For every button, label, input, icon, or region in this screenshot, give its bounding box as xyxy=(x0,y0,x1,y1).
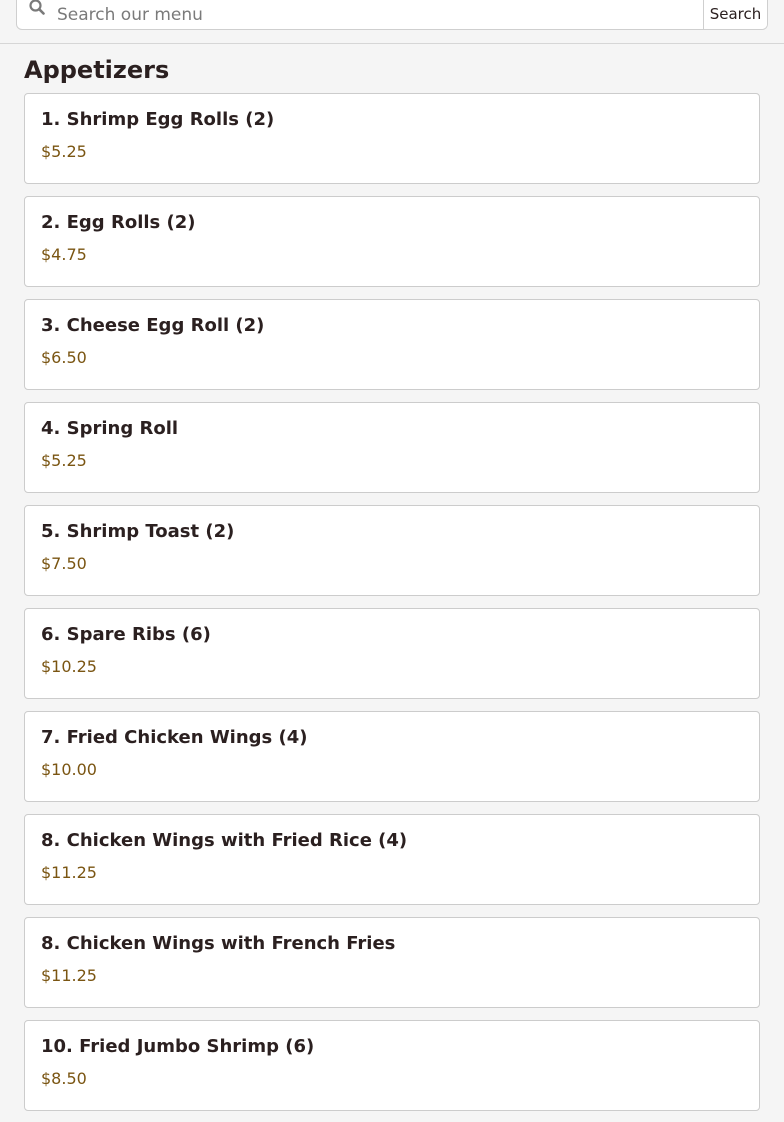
search-box: Search xyxy=(16,0,768,30)
item-price: $5.25 xyxy=(41,451,87,470)
item-name: 2. Egg Rolls (2) xyxy=(41,212,196,233)
item-price: $10.00 xyxy=(41,760,97,779)
menu-item-card[interactable]: 8. Chicken Wings with Fried Rice (4) $11… xyxy=(24,814,760,905)
item-price: $4.75 xyxy=(41,245,87,264)
menu-item-card[interactable]: 10. Fried Jumbo Shrimp (6) $8.50 xyxy=(24,1020,760,1111)
item-name: 3. Cheese Egg Roll (2) xyxy=(41,315,265,336)
item-name: 1. Shrimp Egg Rolls (2) xyxy=(41,109,275,130)
menu-item-card[interactable]: 8. Chicken Wings with French Fries $11.2… xyxy=(24,917,760,1008)
menu-item-card[interactable]: 3. Cheese Egg Roll (2) $6.50 xyxy=(24,299,760,390)
menu-item-card[interactable]: 5. Shrimp Toast (2) $7.50 xyxy=(24,505,760,596)
item-price: $5.25 xyxy=(41,142,87,161)
search-input[interactable] xyxy=(57,0,703,29)
section-title: Appetizers xyxy=(24,56,170,84)
item-name: 8. Chicken Wings with French Fries xyxy=(41,933,396,954)
item-name: 5. Shrimp Toast (2) xyxy=(41,521,235,542)
item-price: $7.50 xyxy=(41,554,87,573)
item-price: $11.25 xyxy=(41,863,97,882)
item-price: $11.25 xyxy=(41,966,97,985)
item-price: $8.50 xyxy=(41,1069,87,1088)
item-price: $6.50 xyxy=(41,348,87,367)
menu-item-card[interactable]: 2. Egg Rolls (2) $4.75 xyxy=(24,196,760,287)
item-price: $10.25 xyxy=(41,657,97,676)
search-button[interactable]: Search xyxy=(703,0,767,29)
menu-item-card[interactable]: 1. Shrimp Egg Rolls (2) $5.25 xyxy=(24,93,760,184)
menu-item-card[interactable]: 7. Fried Chicken Wings (4) $10.00 xyxy=(24,711,760,802)
menu-list: 1. Shrimp Egg Rolls (2) $5.25 2. Egg Rol… xyxy=(24,93,760,1111)
search-bar: Search xyxy=(0,0,784,44)
menu-item-card[interactable]: 4. Spring Roll $5.25 xyxy=(24,402,760,493)
search-icon xyxy=(17,0,57,29)
item-name: 6. Spare Ribs (6) xyxy=(41,624,211,645)
item-name: 10. Fried Jumbo Shrimp (6) xyxy=(41,1036,315,1057)
item-name: 8. Chicken Wings with Fried Rice (4) xyxy=(41,830,408,851)
menu-item-card[interactable]: 6. Spare Ribs (6) $10.25 xyxy=(24,608,760,699)
item-name: 4. Spring Roll xyxy=(41,418,179,439)
item-name: 7. Fried Chicken Wings (4) xyxy=(41,727,308,748)
